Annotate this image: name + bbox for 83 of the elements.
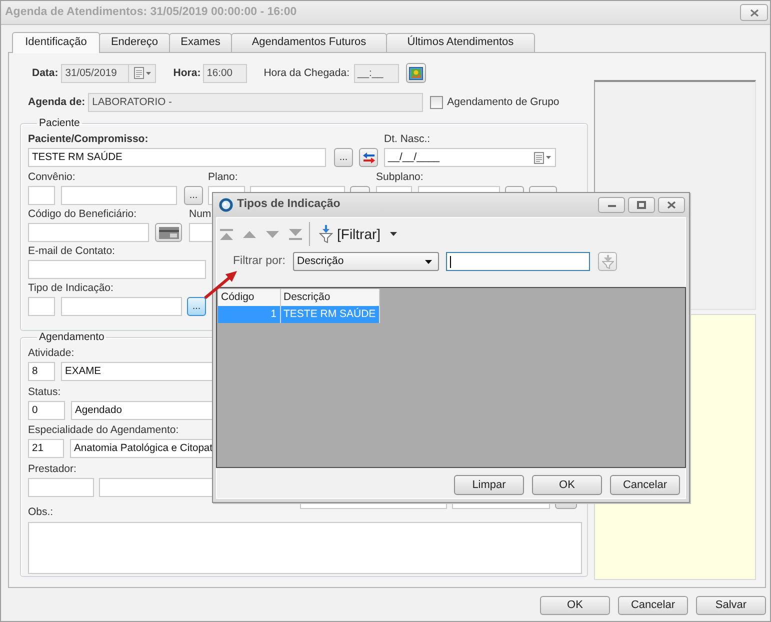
- field-label: Num: [189, 208, 212, 221]
- group-legend: Paciente: [37, 117, 82, 129]
- field-label: Paciente/Compromisso:: [28, 133, 148, 146]
- close-icon: [667, 201, 676, 209]
- checkbox-label[interactable]: Agendamento de Grupo: [447, 96, 560, 109]
- swap-arrows-icon: [362, 152, 374, 164]
- birth-date-field[interactable]: __/__/____: [384, 148, 556, 167]
- field-label: Atividade:: [28, 347, 74, 360]
- maximize-button[interactable]: [628, 197, 655, 213]
- ok-button[interactable]: OK: [540, 596, 610, 615]
- field-label: Convênio:: [28, 171, 76, 184]
- funnel-icon: [602, 254, 614, 268]
- field-label: Dt. Nasc.:: [384, 133, 430, 146]
- table-cell: 1: [218, 306, 280, 323]
- filter-by-select[interactable]: Descrição: [293, 252, 439, 271]
- caret-icon: [546, 156, 551, 159]
- indication-name-field[interactable]: [61, 297, 182, 316]
- minimize-icon: [608, 204, 616, 206]
- swap-button[interactable]: [359, 148, 378, 167]
- field-label: Plano:: [208, 171, 238, 184]
- field-label: Hora da Chegada:: [264, 66, 350, 80]
- group-legend: Agendamento: [37, 331, 106, 343]
- insurance-name-field[interactable]: [61, 186, 177, 205]
- filter-menu-button[interactable]: [Filtrar]: [319, 225, 397, 243]
- field-label: Hora:: [173, 66, 201, 80]
- tab[interactable]: Exames: [169, 33, 232, 52]
- tab[interactable]: Últimos Atendimentos: [386, 33, 535, 52]
- browse-button[interactable]: ...: [184, 186, 203, 205]
- activity-code-field[interactable]: 8: [28, 362, 55, 381]
- browse-button[interactable]: ...: [187, 297, 206, 316]
- minimize-button[interactable]: [598, 197, 625, 213]
- close-icon: [750, 8, 758, 16]
- caret-icon: [390, 232, 397, 236]
- field-label: Subplano:: [376, 171, 424, 184]
- browse-button[interactable]: ...: [334, 148, 353, 167]
- ok-button[interactable]: OK: [532, 475, 602, 495]
- beneficiary-code-field[interactable]: [28, 223, 149, 242]
- caret-icon: [425, 260, 432, 264]
- group-checkbox[interactable]: [430, 96, 444, 109]
- window-title: Agenda de Atendimentos: 31/05/2019 00:00:00 - 16:00: [5, 6, 297, 20]
- column-header[interactable]: Descrição: [280, 289, 380, 306]
- field-label: Código do Beneficiário:: [28, 208, 137, 221]
- card-icon: [158, 226, 178, 238]
- tab[interactable]: Identificação: [12, 32, 100, 53]
- field-label: Agenda de:: [28, 96, 86, 109]
- field-label: Obs.:: [28, 506, 54, 519]
- close-button[interactable]: [740, 4, 768, 21]
- specialty-code-field[interactable]: 21: [28, 439, 64, 458]
- filter-label: Filtrar por:: [233, 254, 286, 268]
- cancel-button[interactable]: Cancelar: [618, 596, 688, 615]
- maximize-icon: [637, 201, 646, 209]
- close-button[interactable]: [658, 197, 685, 213]
- photo-button[interactable]: [406, 63, 426, 83]
- field-label: Status:: [28, 386, 61, 399]
- clear-button[interactable]: Limpar: [454, 475, 524, 495]
- patient-field[interactable]: TESTE RM SAÚDE: [28, 148, 326, 167]
- table-cell: TESTE RM SAÚDE: [280, 306, 380, 323]
- indication-code-field[interactable]: [28, 297, 55, 316]
- column-header[interactable]: Código: [218, 289, 280, 306]
- field-label: Data:: [32, 66, 58, 80]
- field-label: Prestador:: [28, 463, 76, 476]
- calendar-button[interactable]: [128, 64, 156, 82]
- caret-icon: [146, 72, 151, 74]
- tab[interactable]: Endereço: [99, 33, 170, 52]
- field-label: Especialidade do Agendamento:: [28, 424, 179, 437]
- cancel-button[interactable]: Cancelar: [610, 475, 680, 495]
- ring-icon: [219, 198, 233, 212]
- photo-icon: [408, 66, 422, 80]
- search-field[interactable]: [446, 252, 590, 271]
- calendar-icon: [134, 67, 144, 79]
- status-code-field[interactable]: 0: [28, 401, 65, 420]
- card-button[interactable]: [155, 223, 182, 242]
- insurance-code-field[interactable]: [28, 186, 55, 205]
- field-label: Tipo de Indicação:: [28, 282, 114, 295]
- provider-code-field[interactable]: [28, 478, 94, 497]
- funnel-icon: [319, 225, 333, 243]
- dialog-title: Tipos de Indicação: [237, 198, 340, 212]
- save-button[interactable]: Salvar: [696, 596, 766, 615]
- notes-field[interactable]: [28, 522, 582, 574]
- calendar-icon: [534, 152, 544, 164]
- field-label: E-mail de Contato:: [28, 245, 115, 258]
- tab[interactable]: Agendamentos Futuros: [231, 33, 387, 52]
- email-field[interactable]: [28, 260, 206, 279]
